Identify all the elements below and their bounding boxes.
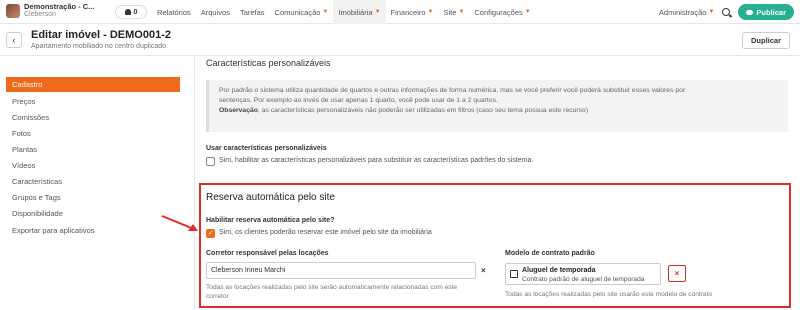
enable-reserva-checkbox-label: Sim, os clientes poderão reservar este i… <box>219 229 432 236</box>
chevron-down-icon: ▼ <box>374 9 381 15</box>
contract-card[interactable]: Aluguel de temporada Contrato padrão de … <box>505 263 661 285</box>
back-button[interactable]: ‹ <box>6 32 22 48</box>
info-line: Por padrão o sistema utiliza quantidade … <box>219 87 686 94</box>
broker-help-line: corretor <box>206 293 229 300</box>
sidebar: Cadastro Preços Comissões Fotos Plantas … <box>0 56 195 310</box>
bell-icon <box>124 9 131 15</box>
sidebar-item-precos[interactable]: Preços <box>6 94 180 109</box>
sidebar-item-grupos-tags[interactable]: Grupos e Tags <box>6 190 180 205</box>
sidebar-item-plantas[interactable]: Plantas <box>6 142 180 157</box>
sidebar-item-comissoes[interactable]: Comissões <box>6 110 180 125</box>
top-navbar: Demonstração - C... Cleberson 0 Relatóri… <box>0 0 800 24</box>
sidebar-item-exportar[interactable]: Exportar para aplicativos <box>6 223 180 238</box>
enable-reserva-label: Habilitar reserva automática pelo site? <box>206 217 335 224</box>
menu-administracao[interactable]: Administração ▼ <box>659 8 714 17</box>
info-line: sentenças. Por exemplo ao invés de usar … <box>219 97 498 104</box>
broker-help-line: Todas as locações realizadas pelo site s… <box>206 284 458 291</box>
search-icon[interactable] <box>722 8 731 16</box>
sidebar-item-videos[interactable]: Vídeos <box>6 158 180 173</box>
avatar <box>6 4 20 18</box>
sidebar-item-caracteristicas[interactable]: Características <box>6 174 180 189</box>
menu-site[interactable]: Site ▼ <box>439 0 470 24</box>
chevron-down-icon: ▼ <box>427 9 434 15</box>
broker-label: Corretor responsável pelas locações <box>206 250 329 257</box>
sidebar-item-disponibilidade[interactable]: Disponibilidade <box>6 206 180 221</box>
chevron-down-icon: ▼ <box>458 9 465 15</box>
menu-comunicacao[interactable]: Comunicação ▼ <box>270 0 334 24</box>
use-custom-checkbox[interactable] <box>206 157 215 166</box>
edit-icon[interactable] <box>510 270 518 278</box>
arrow-annotation <box>161 215 198 231</box>
use-custom-label: Usar características personalizáveis <box>206 145 327 152</box>
section-title-caracteristicas: Características personalizáveis <box>206 58 331 68</box>
menu-financeiro[interactable]: Financeiro ▼ <box>386 0 439 24</box>
section-title-reserva: Reserva automática pelo site <box>206 192 335 203</box>
use-custom-checkbox-label: Sim, habilitar as características person… <box>219 157 534 164</box>
remove-contract-button[interactable]: × <box>668 265 686 282</box>
account-name: Demonstração - C... <box>24 2 95 11</box>
contract-name: Aluguel de temporada <box>522 267 596 274</box>
chevron-down-icon: ▼ <box>524 9 531 15</box>
broker-clear-button[interactable]: × <box>481 266 486 275</box>
menu-arquivos[interactable]: Arquivos <box>196 0 235 24</box>
enable-reserva-checkbox[interactable] <box>206 229 215 238</box>
menu-relatorios[interactable]: Relatórios <box>152 0 196 24</box>
contract-label: Modelo de contrato padrão <box>505 250 595 257</box>
main-menu: Relatórios Arquivos Tarefas Comunicação ▼… <box>152 0 536 24</box>
menu-configuracoes[interactable]: Configurações ▼ <box>469 0 535 24</box>
page-header: ‹ Editar imóvel - DEMO001-2 Apartamento … <box>0 24 800 56</box>
sidebar-item-fotos[interactable]: Fotos <box>6 126 180 141</box>
sidebar-item-cadastro[interactable]: Cadastro <box>6 77 180 92</box>
publish-button[interactable]: Publicar <box>738 4 794 20</box>
cloud-icon <box>746 9 754 15</box>
account-switcher[interactable]: Demonstração - C... Cleberson <box>6 3 94 19</box>
page-subtitle: Apartamento mobiliado no centro duplicad… <box>31 43 167 50</box>
notification-count: 0 <box>133 8 138 16</box>
chevron-down-icon: ▼ <box>708 9 715 15</box>
notifications-button[interactable]: 0 <box>115 5 147 19</box>
menu-imobiliaria[interactable]: Imobiliária ▼ <box>333 0 386 24</box>
menu-tarefas[interactable]: Tarefas <box>235 0 270 24</box>
contract-help: Todas as locações realizadas pelo site u… <box>505 291 713 298</box>
duplicate-button[interactable]: Duplicar <box>741 32 790 49</box>
broker-select[interactable]: Cleberson Irineu Marchi <box>206 262 476 279</box>
info-box: Por padrão o sistema utiliza quantidade … <box>206 80 788 132</box>
contract-description: Contrato padrão de aluguel de temporada <box>522 276 645 283</box>
info-observation: Observação, as características personali… <box>219 107 589 114</box>
chevron-down-icon: ▼ <box>322 9 329 15</box>
user-name: Cleberson <box>24 11 56 18</box>
page-title: Editar imóvel - DEMO001-2 <box>31 29 171 41</box>
